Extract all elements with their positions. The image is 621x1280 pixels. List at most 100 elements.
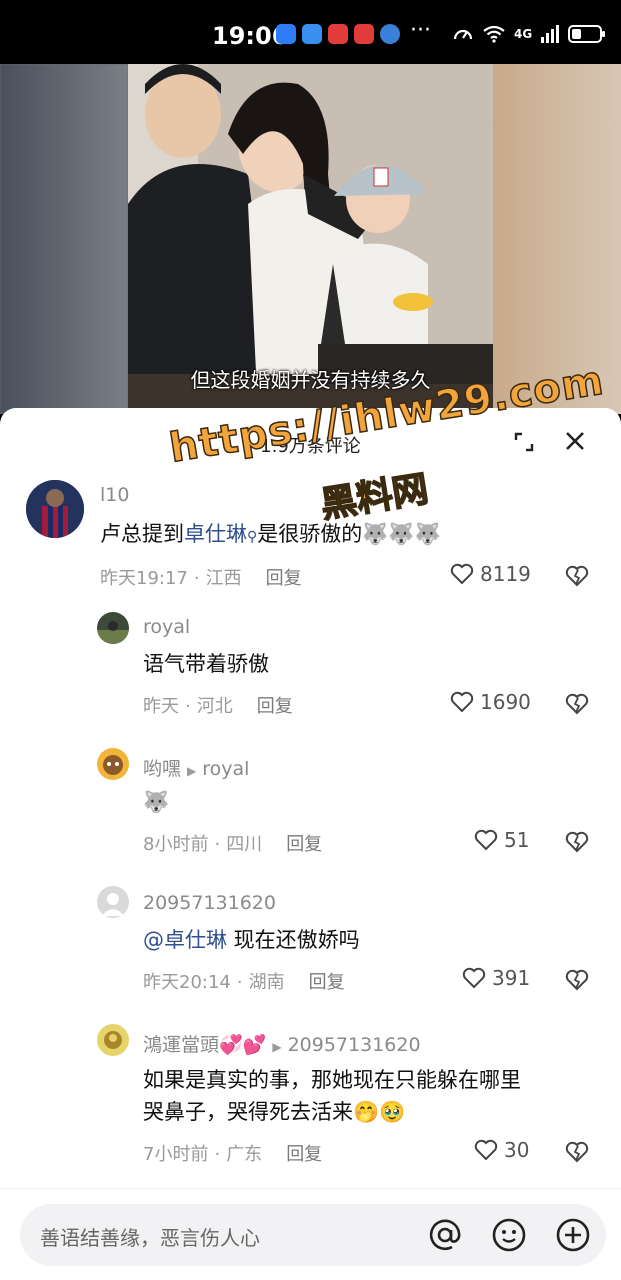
comment-time: 昨天20:14 — [143, 972, 231, 993]
avatar[interactable] — [97, 748, 129, 780]
comment-text-part: 是很骄傲的🐺🐺🐺 — [257, 522, 441, 546]
reply-button[interactable]: 回复 — [286, 1144, 322, 1165]
avatar[interactable] — [97, 612, 129, 644]
battery-icon — [568, 25, 606, 43]
comment-username: 哟嘿 ▶ royal — [143, 754, 249, 781]
comment-location: 广东 — [226, 1144, 263, 1165]
reply-item: 哟嘿 ▶ royal 🐺 8小时前 · 四川 回复 51 — [0, 746, 621, 866]
huawei-app-icon — [354, 24, 374, 44]
comment-time: 8小时前 — [143, 834, 209, 855]
like-count: 1690 — [480, 690, 531, 714]
comment-username[interactable]: 20957131620 — [143, 892, 276, 914]
comment-meta: 7小时前 · 广东 回复 — [143, 1144, 323, 1165]
add-icon[interactable] — [554, 1216, 592, 1254]
reply-item: 鴻運當頭💞💕 ▶ 20957131620 如果是真实的事，那她现在只能躲在哪里 哭鼻… — [0, 1022, 621, 1182]
video-player[interactable]: 但这段婚姻并没有持续多久 — [0, 64, 621, 414]
reply-arrow-icon: ▶ — [187, 764, 197, 778]
avatar[interactable] — [26, 480, 84, 538]
comment-meta: 昨天19:17 · 江西 回复 — [100, 568, 302, 589]
video-blur-left — [0, 64, 128, 414]
comment-text: 语气带着骄傲 — [143, 652, 269, 676]
reply-button[interactable]: 回复 — [309, 972, 345, 993]
status-bar: 19:06 ··· 4G — [0, 0, 621, 64]
reply-button[interactable]: 回复 — [286, 834, 322, 855]
comment-text: 如果是真实的事，那她现在只能躲在哪里 — [143, 1068, 521, 1092]
dislike-icon[interactable] — [565, 830, 589, 854]
like-button[interactable]: 8119 — [450, 562, 531, 586]
notification-icons — [276, 24, 400, 44]
video-frame — [128, 64, 493, 414]
comment-input-placeholder[interactable]: 善语结善缘，恶言伤人心 — [40, 1222, 260, 1251]
video-blur-right — [493, 64, 621, 414]
emoji-icon[interactable] — [490, 1216, 528, 1254]
comment-text: 卢总提到卓仕琳⚲是很骄傲的🐺🐺🐺 — [100, 518, 441, 553]
avatar-image — [97, 1024, 129, 1056]
like-count: 51 — [504, 828, 530, 852]
comment-location: 四川 — [226, 834, 263, 855]
dislike-icon[interactable] — [565, 1140, 589, 1164]
wifi-icon — [483, 25, 505, 43]
comment-location: 河北 — [196, 696, 233, 717]
comment-location: 湖南 — [248, 972, 285, 993]
system-status: 4G — [452, 24, 606, 44]
cast-app-icon — [302, 24, 322, 44]
browser-app-icon — [380, 24, 400, 44]
comment-text-part: 现在还傲娇吗 — [227, 928, 360, 952]
reply-target[interactable]: royal — [202, 758, 249, 780]
comment-text: 哭鼻子，哭得死去活来🤭🥹 — [143, 1100, 406, 1124]
comment-location: 江西 — [205, 568, 242, 589]
heart-icon — [450, 691, 474, 713]
like-button[interactable]: 30 — [474, 1138, 529, 1162]
reply-author[interactable]: 鴻運當頭💞💕 — [143, 1034, 266, 1056]
like-button[interactable]: 51 — [474, 828, 529, 852]
comment-text: @卓仕琳 现在还傲娇吗 — [143, 924, 360, 956]
avatar[interactable] — [97, 886, 129, 918]
heart-icon — [474, 1139, 498, 1161]
comment-time: 7小时前 — [143, 1144, 209, 1165]
like-count: 391 — [492, 966, 531, 990]
heart-icon — [474, 829, 498, 851]
comment-meta: 昨天20:14 · 湖南 回复 — [143, 972, 345, 993]
like-button[interactable]: 391 — [462, 966, 530, 990]
reply-item: royal 语气带着骄傲 昨天 · 河北 回复 1690 — [0, 608, 621, 728]
mention-link[interactable]: 卓仕琳 — [184, 522, 247, 546]
comment-time: 昨天19:17 — [100, 568, 188, 589]
reply-target[interactable]: 20957131620 — [288, 1034, 421, 1056]
mention-icon[interactable] — [426, 1216, 464, 1254]
huawei-app-icon — [328, 24, 348, 44]
avatar[interactable] — [97, 1024, 129, 1056]
reply-button[interactable]: 回复 — [257, 696, 293, 717]
reply-author[interactable]: 哟嘿 — [143, 758, 181, 780]
speed-icon — [453, 29, 473, 40]
comment-meta: 昨天 · 河北 回复 — [143, 696, 293, 717]
avatar-image — [97, 748, 129, 780]
heart-icon — [462, 967, 486, 989]
video-caption: 但这段婚姻并没有持续多久 — [190, 368, 431, 392]
like-button[interactable]: 1690 — [450, 690, 531, 714]
comment-username: 鴻運當頭💞💕 ▶ 20957131620 — [143, 1030, 421, 1057]
like-count: 30 — [504, 1138, 530, 1162]
comment-time: 昨天 — [143, 696, 179, 717]
search-icon[interactable]: ⚲ — [247, 529, 257, 545]
cell-signal-icon — [541, 25, 560, 43]
comment-input[interactable]: 善语结善缘，恶言伤人心 — [20, 1204, 606, 1266]
comment-username[interactable]: royal — [143, 616, 190, 638]
comment-item: l10 卢总提到卓仕琳⚲是很骄傲的🐺🐺🐺 昨天19:17 · 江西 回复 8119 — [0, 478, 621, 598]
comment-meta: 8小时前 · 四川 回复 — [143, 834, 323, 855]
video-frame-image — [128, 64, 493, 414]
dislike-icon[interactable] — [565, 564, 589, 588]
divider — [0, 1188, 621, 1189]
network-type: 4G — [514, 27, 533, 41]
close-icon[interactable] — [562, 428, 588, 454]
mention-link[interactable]: @卓仕琳 — [143, 928, 227, 952]
dislike-icon[interactable] — [565, 968, 589, 992]
expand-icon[interactable] — [512, 430, 536, 454]
comment-username[interactable]: l10 — [100, 484, 129, 506]
reply-item: 20957131620 @卓仕琳 现在还傲娇吗 昨天20:14 · 湖南 回复 391 — [0, 884, 621, 1004]
dislike-icon[interactable] — [565, 692, 589, 716]
reply-button[interactable]: 回复 — [266, 568, 302, 589]
default-avatar-icon — [97, 886, 129, 918]
comment-text-part: 卢总提到 — [100, 522, 184, 546]
more-notifications-icon: ··· — [410, 18, 431, 43]
heart-icon — [450, 563, 474, 585]
